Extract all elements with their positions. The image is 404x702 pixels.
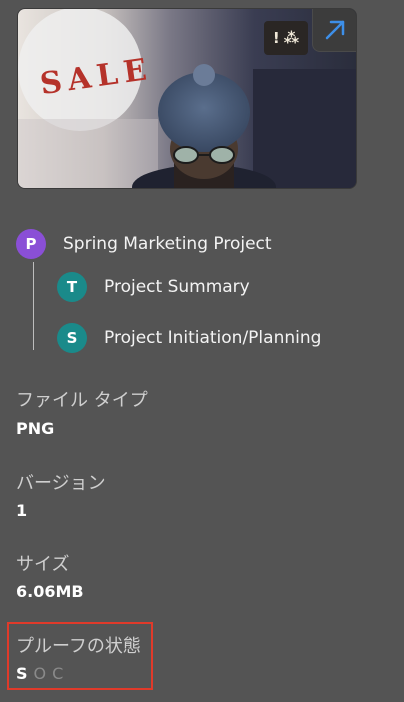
external-link-arrow-icon	[325, 20, 345, 40]
size-label: サイズ	[16, 554, 70, 575]
tree-item-project[interactable]: P Spring Marketing Project	[16, 229, 272, 259]
asset-badges: ! ⁂	[264, 21, 308, 55]
project-name: Spring Marketing Project	[63, 234, 272, 254]
proof-state-c: C	[52, 664, 64, 683]
file-type-label: ファイル タイプ	[16, 390, 148, 411]
workspace-avatar: T	[57, 272, 87, 302]
tree-item-project-initiation[interactable]: S Project Initiation/Planning	[57, 323, 321, 353]
version-value: 1	[16, 501, 28, 520]
workspace-name: Project Summary	[104, 277, 250, 297]
proof-state-s: S	[16, 664, 28, 683]
avatar-initial: T	[66, 278, 78, 296]
badge-glyph: !	[272, 29, 280, 47]
workspace-avatar: S	[57, 323, 87, 353]
asset-thumbnail[interactable]: SALE ! ⁂	[17, 8, 357, 189]
workspace-name: Project Initiation/Planning	[104, 328, 322, 348]
avatar-initial: P	[25, 235, 37, 253]
project-avatar: P	[16, 229, 46, 259]
proof-status-label: プルーフの状態	[16, 636, 141, 657]
version-label: バージョン	[16, 473, 106, 494]
avatar-initial: S	[66, 329, 78, 347]
tree-connector	[33, 262, 34, 350]
badge-glyph: ⁂	[283, 29, 300, 47]
file-type-value: PNG	[16, 419, 55, 438]
size-value: 6.06MB	[16, 582, 84, 601]
proof-state-o: O	[33, 664, 47, 683]
proof-status-indicator: S O C	[16, 664, 63, 683]
tree-item-project-summary[interactable]: T Project Summary	[57, 272, 250, 302]
open-asset-button[interactable]	[312, 9, 356, 52]
